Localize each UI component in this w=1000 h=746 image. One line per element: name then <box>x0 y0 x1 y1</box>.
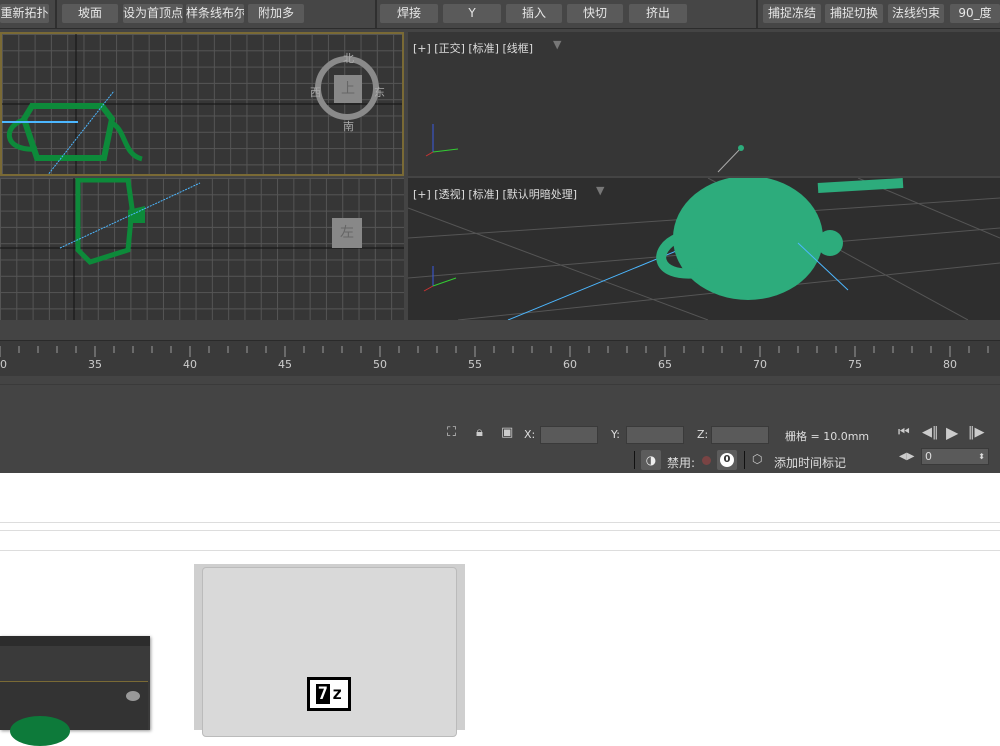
ruler-label: 70 <box>753 358 767 371</box>
viewport-label-perspective[interactable]: [+] [透视] [标准] [默认明暗处理] <box>413 186 577 202</box>
grid-size: 栅格 = 10.0mm <box>785 430 870 443</box>
key-mode-icon[interactable]: ◀▶ <box>899 451 914 462</box>
weld-button[interactable]: 焊接 <box>380 4 438 23</box>
viewport-front[interactable]: [+] [正交] [标准] [线框] ▼ <box>408 32 1000 176</box>
modeling-ribbon: 重新拓扑 坡面 设为首顶点 样条线布尔 附加多 焊接 Y 插入 快切 挤出 捕捉… <box>0 0 1000 29</box>
shield-icon[interactable]: ◑ <box>641 450 661 470</box>
viewcube-face-left[interactable]: 左 <box>332 218 362 248</box>
go-to-start-icon[interactable]: ⏮ <box>898 425 910 440</box>
angle-90-button[interactable]: 90_度 <box>950 4 1000 23</box>
ruler-label: 80 <box>943 358 957 371</box>
counter-button[interactable]: 0 <box>717 450 737 470</box>
status-bar: ⛶ 🔒︎ ▣ X: Y: Z: 栅格 = 10.0mm ⏮ ◀‖ ▶ ‖▶ ◑ … <box>0 384 1000 473</box>
next-frame-icon[interactable]: ‖▶ <box>968 425 985 440</box>
ruler-label: 60 <box>563 358 577 371</box>
quickslice-button[interactable]: 快切 <box>567 4 623 23</box>
ruler-label: 30 <box>0 358 7 371</box>
y-button[interactable]: Y <box>443 4 501 23</box>
insert-button[interactable]: 插入 <box>506 4 562 23</box>
ruler-label: 50 <box>373 358 387 371</box>
current-frame-spinner[interactable]: 0 ⬍ <box>921 448 989 465</box>
snap-toggle-button[interactable]: 捕捉切换 <box>825 4 883 23</box>
viewport-left[interactable]: 左 <box>0 178 404 320</box>
spline-boolean-button[interactable]: 样条线布尔 <box>186 4 244 23</box>
snap-freeze-button[interactable]: 捕捉冻结 <box>763 4 821 23</box>
ruler-ticks <box>0 346 989 357</box>
ruler-label: 55 <box>468 358 482 371</box>
compass-west: 西 <box>310 86 321 99</box>
attach-multiple-button[interactable]: 附加多 <box>248 4 304 23</box>
thumbnail-3dsmax-screenshot[interactable] <box>0 636 150 746</box>
z-label: Z: <box>697 428 709 441</box>
viewcube-face-top[interactable]: 上 <box>334 75 362 103</box>
ruler-label: 65 <box>658 358 672 371</box>
ruler-label: 45 <box>278 358 292 371</box>
archive-file-tile[interactable]: 7 z <box>194 564 465 737</box>
cube-icon: ⬡ <box>752 452 763 466</box>
add-time-tag[interactable]: 添加时间标记 <box>774 454 846 471</box>
teapot-shaded <box>673 178 823 300</box>
previous-frame-icon[interactable]: ◀‖ <box>922 425 939 440</box>
counter-value: 0 <box>720 453 734 467</box>
ruler-label: 40 <box>183 358 197 371</box>
left-scene <box>0 178 404 320</box>
extrude-button[interactable]: 挤出 <box>629 4 687 23</box>
compass-south: 南 <box>343 120 354 133</box>
ruler-label: 75 <box>848 358 862 371</box>
slope-button[interactable]: 坡面 <box>62 4 118 23</box>
absolute-mode-icon[interactable]: ▣ <box>501 425 513 440</box>
viewport-perspective[interactable]: [+] [透视] [标准] [默认明暗处理] ▼ <box>408 178 1000 320</box>
x-label: X: <box>524 428 536 441</box>
7z-archive-icon: 7 z <box>307 677 351 711</box>
7z-label: 7 <box>315 684 330 704</box>
normal-constraint-button[interactable]: 法线约束 <box>888 4 944 23</box>
filter-icon[interactable]: ▼ <box>596 184 604 197</box>
z-coordinate-field[interactable] <box>711 426 769 444</box>
record-dot-icon[interactable] <box>702 456 711 465</box>
play-icon[interactable]: ▶ <box>946 423 958 442</box>
set-first-vertex-button[interactable]: 设为首顶点 <box>123 4 183 23</box>
retopology-button[interactable]: 重新拓扑 <box>0 4 49 23</box>
3dsmax-window: 重新拓扑 坡面 设为首顶点 样条线布尔 附加多 焊接 Y 插入 快切 挤出 捕捉… <box>0 0 1000 473</box>
axis-gizmo <box>425 124 744 173</box>
y-label: Y: <box>611 428 620 441</box>
7z-label-z: z <box>332 684 343 704</box>
x-coordinate-field[interactable] <box>540 426 598 444</box>
isolate-icon[interactable]: ⛶ <box>447 425 456 440</box>
viewport-top[interactable]: 上 北 南 东 西 <box>0 32 404 176</box>
compass-north: 北 <box>343 52 354 65</box>
lock-icon[interactable]: 🔒︎ <box>476 425 483 440</box>
timeline-ruler[interactable]: 30 35 40 45 50 55 60 65 70 75 80 <box>0 340 1000 376</box>
disabled-label: 禁用: <box>667 456 696 470</box>
ruler-label: 35 <box>88 358 102 371</box>
current-frame-value: 0 <box>925 450 932 463</box>
teapot-wireframe <box>20 103 116 161</box>
y-coordinate-field[interactable] <box>626 426 684 444</box>
compass-east: 东 <box>374 86 385 99</box>
